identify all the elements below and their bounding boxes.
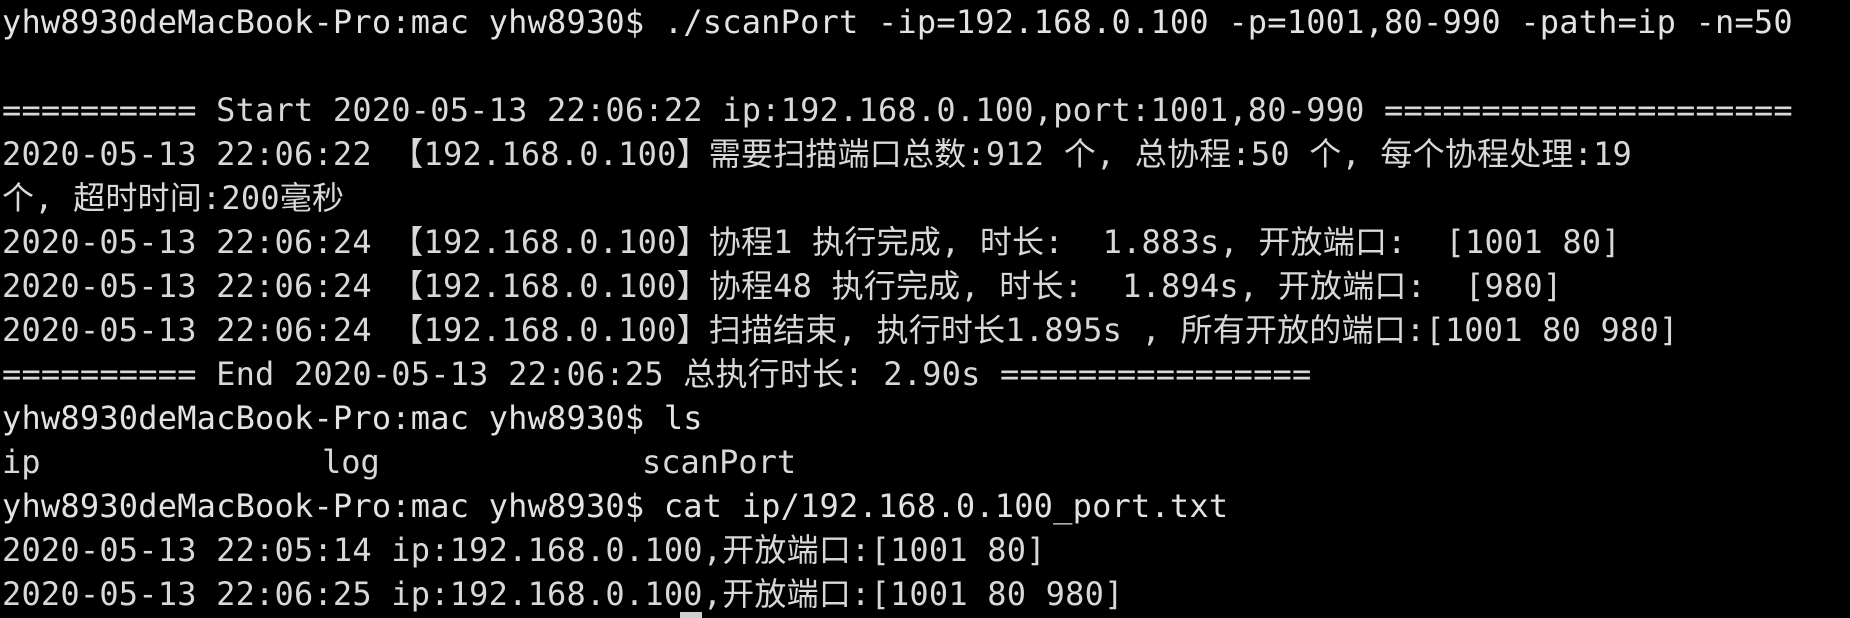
terminal-line-command-ls: yhw8930deMacBook-Pro:mac yhw8930$ ls: [2, 399, 703, 437]
terminal-line-file-entry-2: 2020-05-13 22:06:25 ip:192.168.0.100,开放端…: [2, 575, 1124, 613]
terminal-line-ls-output: ip log scanPort: [0, 440, 1850, 484]
terminal-line-command-scan: yhw8930deMacBook-Pro:mac yhw8930$ ./scan…: [2, 3, 1793, 41]
terminal-line-scan-summary: 2020-05-13 22:06:22 【192.168.0.100】需要扫描端…: [2, 135, 1633, 173]
ls-entry-log: log: [322, 443, 380, 481]
terminal-line-start-banner: ========== Start 2020-05-13 22:06:22 ip:…: [2, 91, 1793, 129]
terminal-line-scan-finished: 2020-05-13 22:06:24 【192.168.0.100】扫描结束,…: [2, 311, 1679, 349]
terminal-window[interactable]: yhw8930deMacBook-Pro:mac yhw8930$ ./scan…: [0, 0, 1850, 618]
terminal-line-command-cat: yhw8930deMacBook-Pro:mac yhw8930$ cat ip…: [2, 487, 1229, 525]
terminal-line-end-banner: ========== End 2020-05-13 22:06:25 总执行时长…: [2, 355, 1312, 393]
terminal-line-goroutine-48: 2020-05-13 22:06:24 【192.168.0.100】协程48 …: [2, 267, 1563, 305]
ls-entry-scanport: scanPort: [642, 443, 797, 481]
terminal-line-scan-summary-wrap: 个, 超时时间:200毫秒: [2, 179, 345, 217]
terminal-line-file-entry-1: 2020-05-13 22:05:14 ip:192.168.0.100,开放端…: [2, 531, 1046, 569]
terminal-line-goroutine-1: 2020-05-13 22:06:24 【192.168.0.100】协程1 执…: [2, 223, 1621, 261]
ls-entry-ip: ip: [2, 443, 41, 481]
terminal-cursor: [680, 612, 702, 618]
